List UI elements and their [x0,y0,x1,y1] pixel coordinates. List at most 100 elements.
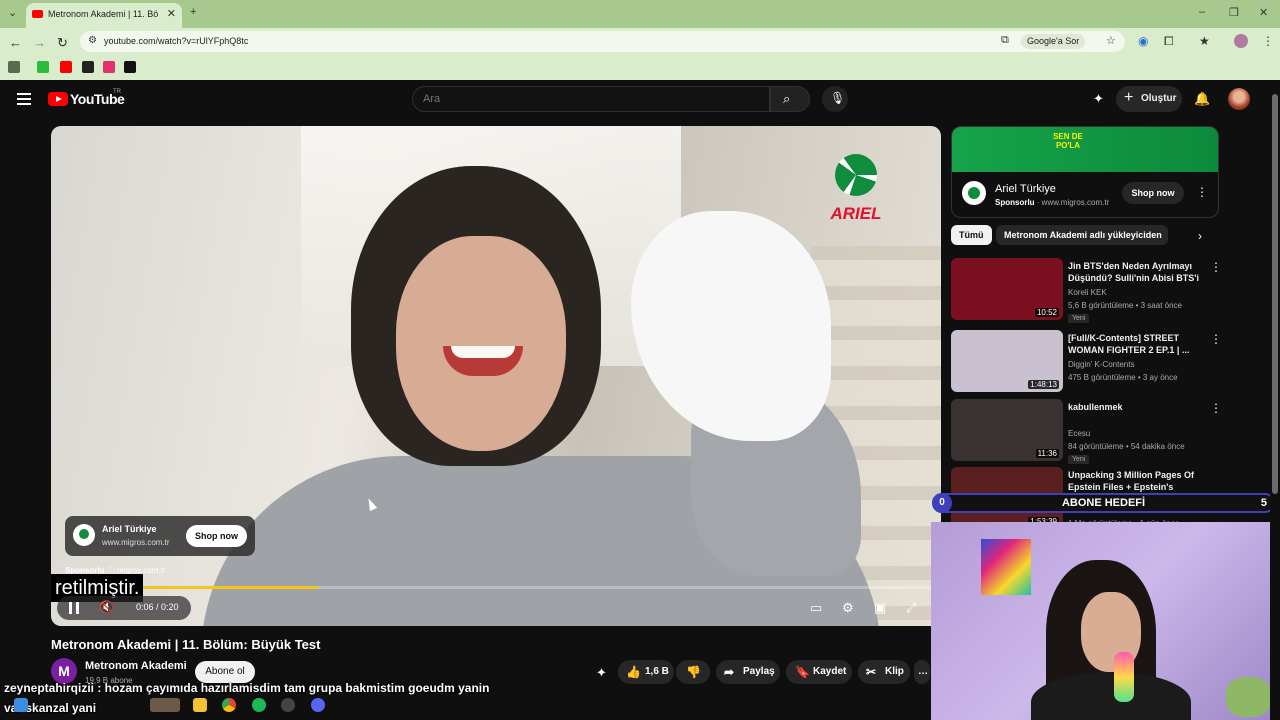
sidebar-ad-url: www.migros.com.tr [1041,198,1110,207]
youtube-logo-icon[interactable] [48,92,68,106]
search-box[interactable] [412,86,770,112]
kick-bookmark-icon[interactable] [37,61,49,73]
premium-icon[interactable]: ✦ [1093,91,1104,107]
recommendation-channel[interactable]: Ecesu [1068,429,1090,438]
voice-search-button[interactable]: 🎙 [822,86,848,112]
recommendation-more-icon[interactable]: ⋮ [1210,260,1222,274]
subscribe-button[interactable]: Abone ol [195,661,255,683]
recommendation-title[interactable]: Unpacking 3 Million Pages Of Epstein Fil… [1068,469,1202,493]
sidebar-ad[interactable]: SEN DE PO'LA Ariel Türkiye Sponsorlu · w… [951,126,1219,218]
profile-avatar[interactable] [1234,34,1248,48]
sidebar-ad-shop-now-button[interactable]: Shop now [1122,182,1184,204]
chip-all[interactable]: Tümü [951,225,992,245]
bookmarks-bar [0,56,1280,80]
browser-tab[interactable]: Metronom Akademi | 11. Bö ✕ [26,3,182,28]
recommendation-title[interactable]: Jin BTS'den Neden Ayrılmayı Düşündü? Sul… [1068,260,1202,284]
obs-icon[interactable] [281,698,295,712]
google-ask-button[interactable]: Google'a Sor [1021,34,1086,49]
settings-gear-icon[interactable]: ⚙ [842,600,854,616]
spotify-icon[interactable] [252,698,266,712]
theater-mode-icon[interactable]: ▣ [874,600,886,616]
discord-icon[interactable] [311,698,325,712]
subtitles-icon[interactable]: ▭ [810,600,822,616]
more-actions-button[interactable]: … [914,660,930,684]
youtube-bookmark-icon[interactable] [60,61,72,73]
windows-start-icon[interactable] [14,698,28,712]
pause-icon[interactable] [69,602,79,614]
progress-bar[interactable] [51,586,941,589]
url-text[interactable]: youtube.com/watch?v=rUlYFphQ8tc [104,36,248,46]
file-explorer-icon[interactable] [193,698,207,712]
tab-title: Metronom Akademi | 11. Bö [48,9,158,19]
x-bookmark-icon[interactable] [124,61,136,73]
account-avatar[interactable] [1228,88,1250,110]
fullscreen-icon[interactable]: ⤢ [906,600,916,616]
chrome-icon[interactable] [222,698,236,712]
browser-menu-icon[interactable]: ⋮ [1262,34,1274,48]
recommendation-meta: 84 görüntüleme • 54 dakika önce [1068,442,1185,451]
search-button[interactable]: ⌕ [770,86,810,112]
extension-icon[interactable]: ◉ [1138,34,1148,48]
search-input[interactable] [423,93,753,105]
tab-search-icon[interactable]: ⌄ [8,6,17,19]
menu-icon[interactable] [17,93,31,105]
maximize-icon[interactable]: ❐ [1229,6,1239,19]
chatgpt-bookmark-icon[interactable] [82,61,94,73]
save-label: Kaydet [813,666,847,677]
share-icon: ➦ [724,665,735,679]
bookmark-star-icon[interactable]: ☆ [1106,34,1116,47]
apps-grid-icon[interactable] [8,61,20,73]
recommendation-duration: 1:48:13 [1028,380,1059,389]
video-player[interactable]: ARIEL Ariel Türkiye www.migros.com.tr Sh… [51,126,941,626]
recommendation-more-icon[interactable]: ⋮ [1210,401,1222,415]
recommendation-thumbnail[interactable]: 1:48:13 [951,330,1063,392]
recommendation-title[interactable]: kabullenmek [1068,401,1202,413]
channel-name[interactable]: Metronom Akademi [85,660,187,672]
recommendation-more-icon[interactable]: ⋮ [1210,332,1222,346]
forward-icon[interactable]: → [33,35,46,50]
chip-from-uploader[interactable]: Metronom Akademi adlı yükleyiciden [996,225,1168,245]
sidebar-ad-sponsored: Sponsorlu [995,198,1035,207]
chips-next-chevron-icon[interactable]: › [1198,229,1202,243]
back-icon[interactable]: ← [9,35,22,50]
chat-message-line-1: zeyneptahirqizii : hozam çayımıda hazırl… [4,681,490,695]
like-count: 1,6 B [645,666,669,677]
reload-icon[interactable]: ↻ [57,35,68,51]
taskbar-widget-icon[interactable] [150,698,180,712]
site-info-icon[interactable]: ⚙ [88,35,97,46]
like-button[interactable]: 👍 1,6 B [618,660,674,684]
window-close-icon[interactable]: ✕ [1259,6,1268,19]
notifications-bell-icon[interactable]: 🔔 [1194,91,1210,107]
recommendation-thumbnail[interactable]: 11:36 [951,399,1063,461]
recommendation-thumbnail[interactable]: 10:52 [951,258,1063,320]
ad-shop-now-button[interactable]: Shop now [186,525,247,547]
new-tab-button[interactable]: + [190,6,196,18]
recommendation-channel[interactable]: Diggin' K-Contents [1068,360,1134,369]
recommendation-duration: 11:36 [1035,449,1059,458]
instagram-bookmark-icon[interactable] [103,61,115,73]
browser-tab-strip: ⌄ Metronom Akademi | 11. Bö ✕ + – ❐ ✕ [0,0,1280,28]
sparkle-ask-icon[interactable]: ✦ [596,665,607,681]
share-button[interactable]: ➦ Paylaş [716,660,780,684]
dislike-button[interactable]: 👎 [676,660,710,684]
sidebar-ad-banner[interactable]: SEN DE PO'LA [952,127,1218,172]
minimize-icon[interactable]: – [1199,6,1205,18]
bookmarks-icon[interactable]: ★ [1199,34,1210,48]
clip-button[interactable]: ✂ Klip [858,660,910,684]
install-app-icon[interactable]: ⧉ [1001,34,1009,47]
save-button[interactable]: 🔖 Kaydet [786,660,852,684]
bookmark-icon: 🔖 [795,665,810,679]
tab-close-icon[interactable]: ✕ [167,7,176,20]
webcam-wall-art [981,539,1031,595]
address-bar[interactable]: ⚙ youtube.com/watch?v=rUlYFphQ8tc ⧉ Goog… [80,31,1125,52]
sidebar-ad-more-icon[interactable]: ⋮ [1196,185,1208,199]
recommendation-channel[interactable]: Koreli KEK [1068,288,1107,297]
recommendation-title[interactable]: [Full/K-Contents] STREET WOMAN FIGHTER 2… [1068,332,1202,356]
scrollbar-thumb[interactable] [1272,94,1278,494]
mute-icon[interactable]: 🔇 [99,600,114,614]
extensions-puzzle-icon[interactable]: ⧠ [1164,34,1174,49]
create-button[interactable]: + Oluştur [1116,86,1182,112]
page-scrollbar[interactable] [1270,80,1280,720]
ad-overlay-card[interactable]: Ariel Türkiye www.migros.com.tr Shop now [65,516,255,556]
sidebar-ad-meta: Sponsorlu · www.migros.com.tr [995,198,1110,207]
